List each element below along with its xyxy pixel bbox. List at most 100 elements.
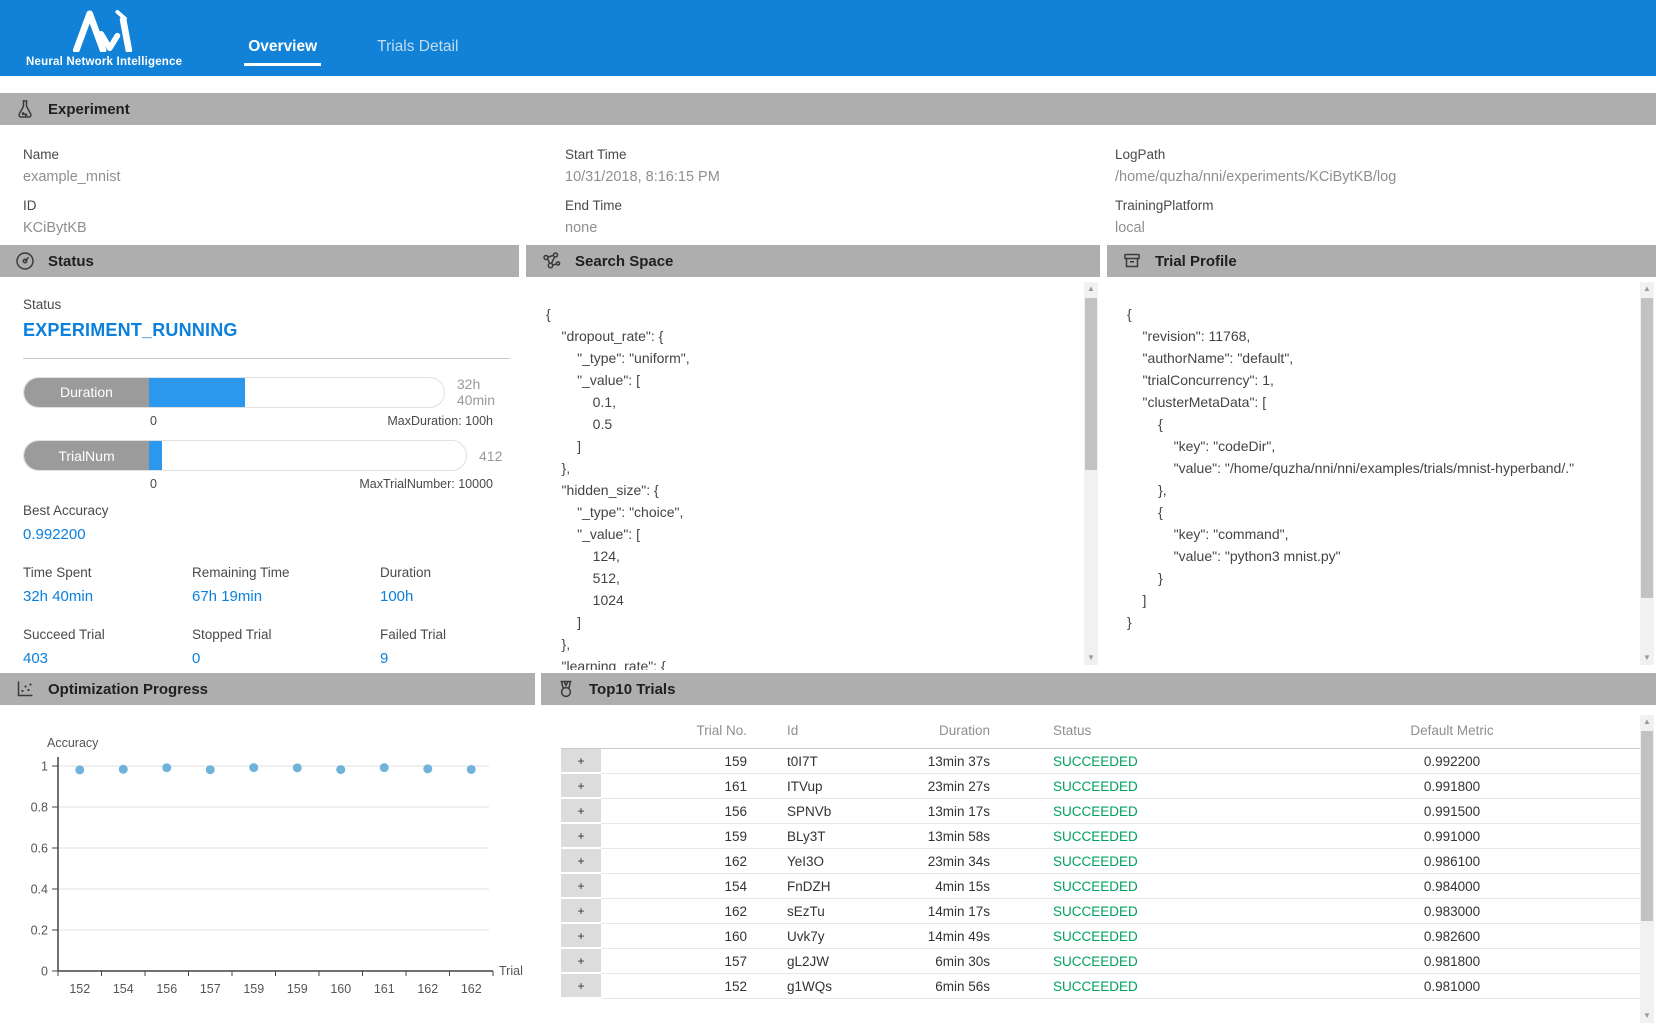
expand-trial-button[interactable]: + xyxy=(561,924,601,949)
trial-metric-cell: 0.992200 xyxy=(1254,749,1650,774)
expand-trial-button[interactable]: + xyxy=(561,799,601,824)
expand-trial-button[interactable]: + xyxy=(561,824,601,849)
trial-profile-panel: Trial Profile { "revision": 11768, "auth… xyxy=(1107,245,1656,670)
tab-overview[interactable]: Overview xyxy=(244,32,321,66)
scroll-up-icon[interactable]: ▲ xyxy=(1084,282,1098,296)
col-header-id: Id xyxy=(759,713,899,749)
expand-trial-button[interactable]: + xyxy=(561,849,601,874)
table-row: + 152 g1WQs 6min 56s SUCCEEDED 0.981000 xyxy=(561,974,1650,999)
scatter-point xyxy=(423,764,432,773)
top10-trials-panel: Top10 Trials Trial No. Id Duration Statu… xyxy=(541,673,1656,1030)
scatter-point xyxy=(380,763,389,772)
best-accuracy: Best Accuracy 0.992200 xyxy=(23,503,519,543)
trial-no-cell: 159 xyxy=(601,749,759,774)
top10-scrollbar[interactable]: ▲ ▼ xyxy=(1640,715,1654,1023)
graph-nodes-icon xyxy=(541,251,562,271)
duration-progress: Duration 32h 40min xyxy=(23,376,519,408)
top10-trials-table: Trial No. Id Duration Status Default Met… xyxy=(561,713,1650,999)
trial-status-cell: SUCCEEDED xyxy=(1014,749,1254,774)
stat-succeed-trial: Succeed Trial 403 xyxy=(23,627,192,667)
expand-trial-button[interactable]: + xyxy=(561,949,601,974)
scrollbar-thumb[interactable] xyxy=(1641,731,1653,921)
duration-current-value: 32h 40min xyxy=(457,376,519,408)
trial-metric-cell: 0.981000 xyxy=(1254,974,1650,999)
trial-profile-body: { "revision": 11768, "authorName": "defa… xyxy=(1107,277,1656,670)
col-header-default-metric: Default Metric xyxy=(1254,713,1650,749)
trialnum-current-value: 412 xyxy=(479,448,502,464)
x-tick-label: 152 xyxy=(69,982,90,996)
experiment-details: Name example_mnist ID KCiBytKB Start Tim… xyxy=(0,125,1656,245)
trial-no-cell: 160 xyxy=(601,924,759,949)
search-space-body: { "dropout_rate": { "_type": "uniform", … xyxy=(526,277,1100,670)
y-tick-label: 0.2 xyxy=(31,924,48,938)
col-header-status: Status xyxy=(1014,713,1254,749)
expand-trial-button[interactable]: + xyxy=(561,774,601,799)
search-space-scrollbar[interactable]: ▲ ▼ xyxy=(1084,282,1098,665)
stat-time-spent: Time Spent 32h 40min xyxy=(23,565,192,605)
x-axis-title: Trial xyxy=(499,964,523,978)
expand-trial-button[interactable]: + xyxy=(561,874,601,899)
experiment-title: Experiment xyxy=(48,101,130,118)
trialnum-bar-label: TrialNum xyxy=(24,441,149,470)
top10-body: Trial No. Id Duration Status Default Met… xyxy=(541,705,1656,1030)
trial-duration-cell: 4min 15s xyxy=(899,874,1014,899)
trial-status-cell: SUCCEEDED xyxy=(1014,924,1254,949)
search-space-panel-header: Search Space xyxy=(526,245,1100,277)
tab-trials-detail[interactable]: Trials Detail xyxy=(373,32,462,66)
trial-metric-cell: 0.982600 xyxy=(1254,924,1650,949)
top10-table-body: + 159 t0I7T 13min 37s SUCCEEDED 0.992200… xyxy=(561,749,1650,999)
y-tick-label: 0.8 xyxy=(31,801,48,815)
optimization-title: Optimization Progress xyxy=(48,681,208,698)
x-tick-label: 159 xyxy=(287,982,308,996)
trial-id-cell: ITVup xyxy=(759,774,899,799)
stat-duration: Duration 100h xyxy=(380,565,519,605)
status-stats-grid: Time Spent 32h 40min Remaining Time 67h … xyxy=(23,565,519,667)
y-axis-title: Accuracy xyxy=(47,736,99,750)
trial-id-cell: t0I7T xyxy=(759,749,899,774)
expand-trial-button[interactable]: + xyxy=(561,899,601,924)
table-row: + 157 gL2JW 6min 30s SUCCEEDED 0.981800 xyxy=(561,949,1650,974)
trial-no-cell: 156 xyxy=(601,799,759,824)
trial-metric-cell: 0.983000 xyxy=(1254,899,1650,924)
expand-trial-button[interactable]: + xyxy=(561,974,601,999)
trial-id-cell: SPNVb xyxy=(759,799,899,824)
trial-status-cell: SUCCEEDED xyxy=(1014,849,1254,874)
trial-profile-scrollbar[interactable]: ▲ ▼ xyxy=(1640,282,1654,665)
table-row: + 162 sEzTu 14min 17s SUCCEEDED 0.983000 xyxy=(561,899,1650,924)
trialnum-progress: TrialNum 412 xyxy=(23,440,519,471)
trial-no-cell: 162 xyxy=(601,899,759,924)
status-title: Status xyxy=(48,253,94,270)
table-row: + 161 ITVup 23min 27s SUCCEEDED 0.991800 xyxy=(561,774,1650,799)
y-tick-label: 0.4 xyxy=(31,883,48,897)
search-space-json: { "dropout_rate": { "_type": "uniform", … xyxy=(526,277,1100,670)
scroll-up-icon[interactable]: ▲ xyxy=(1640,715,1654,729)
scroll-up-icon[interactable]: ▲ xyxy=(1640,282,1654,296)
field-name: Name example_mnist xyxy=(23,147,565,185)
best-accuracy-value: 0.992200 xyxy=(23,526,519,543)
search-space-panel: Search Space { "dropout_rate": { "_type"… xyxy=(526,245,1100,670)
scrollbar-thumb[interactable] xyxy=(1641,298,1653,598)
top10-panel-header: Top10 Trials xyxy=(541,673,1656,705)
field-start-time: Start Time 10/31/2018, 8:16:15 PM xyxy=(565,147,1115,185)
status-panel: Status Status EXPERIMENT_RUNNING Duratio… xyxy=(0,245,519,670)
scatter-point xyxy=(162,763,171,772)
scroll-down-icon[interactable]: ▼ xyxy=(1640,651,1654,665)
scatter-chart-icon xyxy=(15,679,35,699)
accuracy-scatter-chart: Accuracy 00.20.40.60.8115215415615715915… xyxy=(0,705,535,1015)
expand-column-header xyxy=(561,713,601,749)
x-tick-label: 159 xyxy=(243,982,264,996)
scroll-down-icon[interactable]: ▼ xyxy=(1084,651,1098,665)
trial-duration-cell: 23min 34s xyxy=(899,849,1014,874)
table-header: Trial No. Id Duration Status Default Met… xyxy=(561,713,1650,749)
nni-logo-icon xyxy=(73,10,135,56)
scroll-down-icon[interactable]: ▼ xyxy=(1640,1009,1654,1023)
experiment-status-value: EXPERIMENT_RUNNING xyxy=(23,320,519,341)
trial-status-cell: SUCCEEDED xyxy=(1014,899,1254,924)
x-tick-label: 161 xyxy=(374,982,395,996)
scatter-point xyxy=(336,765,345,774)
experiment-col-2: Start Time 10/31/2018, 8:16:15 PM End Ti… xyxy=(565,147,1115,249)
trial-status-cell: SUCCEEDED xyxy=(1014,874,1254,899)
scrollbar-thumb[interactable] xyxy=(1085,298,1097,470)
expand-trial-button[interactable]: + xyxy=(561,749,601,774)
nav-tabs: Overview Trials Detail xyxy=(244,32,462,76)
